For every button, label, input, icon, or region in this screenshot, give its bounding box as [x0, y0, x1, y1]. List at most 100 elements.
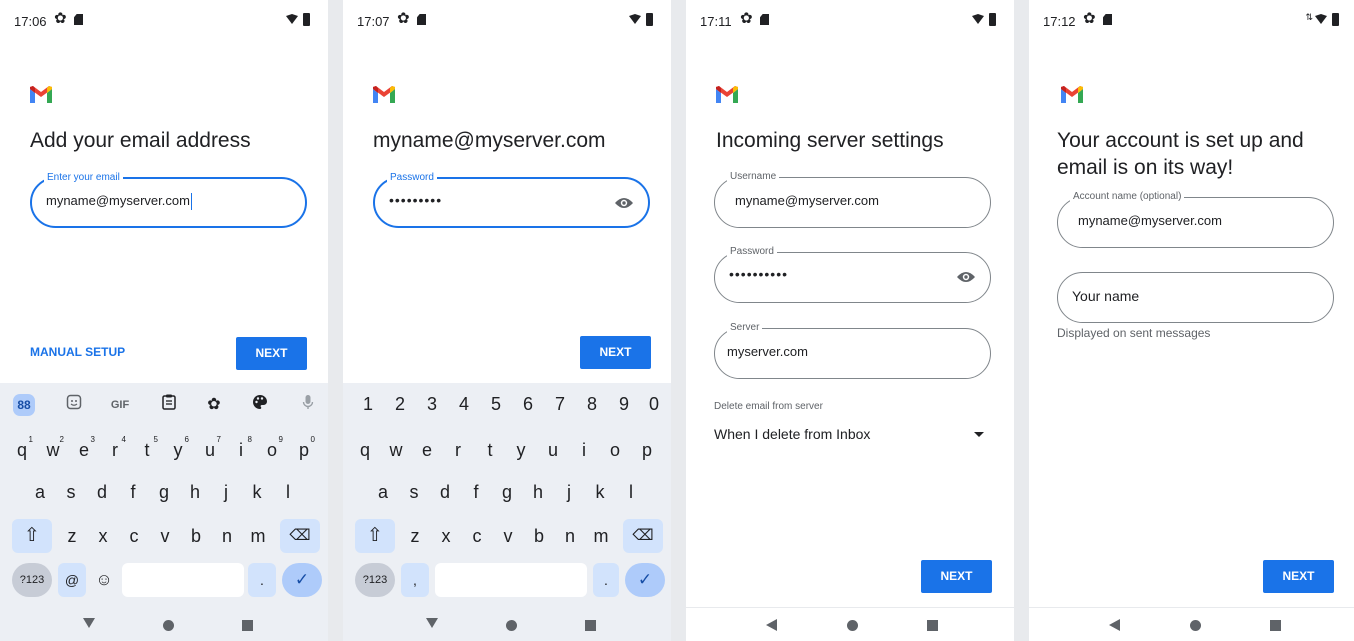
backspace-icon[interactable]: ⌫ — [623, 519, 663, 553]
nav-recents-icon[interactable] — [585, 620, 596, 631]
gif-button[interactable]: GIF — [109, 394, 131, 416]
apps-grid-icon[interactable]: 88 — [13, 394, 35, 416]
key-j[interactable]: j — [212, 475, 240, 509]
key-z[interactable]: z — [58, 519, 86, 553]
email-field-value[interactable]: myname@myserver.com — [46, 193, 192, 211]
key-p[interactable]: p — [633, 433, 661, 467]
key-t[interactable]: t — [476, 433, 504, 467]
password-field-value[interactable]: ••••••••• — [389, 192, 442, 208]
key-u[interactable]: u — [539, 433, 567, 467]
space-key[interactable] — [435, 563, 587, 597]
nav-down-icon[interactable] — [426, 618, 438, 628]
key-h[interactable]: h — [524, 475, 552, 509]
key-g[interactable]: g — [493, 475, 521, 509]
period-key[interactable]: . — [593, 563, 619, 597]
enter-check-icon[interactable]: ✓ — [625, 563, 665, 597]
key-r[interactable]: r — [444, 433, 472, 467]
key-i[interactable]: i — [570, 433, 598, 467]
key-0[interactable]: 0 — [641, 393, 667, 415]
key-y[interactable]: y — [507, 433, 535, 467]
key-4[interactable]: 4 — [451, 393, 477, 415]
key-9[interactable]: 9 — [611, 393, 637, 415]
key-x[interactable]: x — [89, 519, 117, 553]
key-v[interactable]: v — [151, 519, 179, 553]
key-q[interactable]: q1 — [8, 433, 36, 467]
gear-icon[interactable]: ✿ — [203, 394, 225, 416]
key-z[interactable]: z — [401, 519, 429, 553]
key-a[interactable]: a — [26, 475, 54, 509]
password-field[interactable]: Password ••••••••• — [373, 171, 650, 228]
next-button[interactable]: NEXT — [236, 337, 307, 370]
key-b[interactable]: b — [182, 519, 210, 553]
key-d[interactable]: d — [88, 475, 116, 509]
key-x[interactable]: x — [432, 519, 460, 553]
password-field-value[interactable]: •••••••••• — [729, 266, 788, 282]
key-i[interactable]: i8 — [227, 433, 255, 467]
nav-home-icon[interactable] — [847, 620, 858, 631]
key-f[interactable]: f — [119, 475, 147, 509]
symbols-key[interactable]: ?123 — [355, 563, 395, 597]
nav-recents-icon[interactable] — [927, 620, 938, 631]
account-name-field[interactable]: Account name (optional) myname@myserver.… — [1057, 190, 1334, 248]
nav-down-icon[interactable] — [83, 618, 95, 628]
your-name-field[interactable]: Your name — [1057, 272, 1334, 323]
email-field[interactable]: Enter your email myname@myserver.com — [30, 171, 307, 228]
nav-back-icon[interactable] — [1109, 619, 1120, 631]
account-name-value[interactable]: myname@myserver.com — [1078, 213, 1222, 228]
key-f[interactable]: f — [462, 475, 490, 509]
key-k[interactable]: k — [586, 475, 614, 509]
key-r[interactable]: r4 — [101, 433, 129, 467]
show-password-icon[interactable] — [956, 268, 976, 286]
key-u[interactable]: u7 — [196, 433, 224, 467]
sticker-icon[interactable] — [63, 394, 85, 416]
key-c[interactable]: c — [120, 519, 148, 553]
key-v[interactable]: v — [494, 519, 522, 553]
key-l[interactable]: l — [617, 475, 645, 509]
enter-check-icon[interactable]: ✓ — [282, 563, 322, 597]
key-w[interactable]: w2 — [39, 433, 67, 467]
shift-key-icon[interactable]: ⇧ — [355, 519, 395, 553]
key-a[interactable]: a — [369, 475, 397, 509]
key-e[interactable]: e3 — [70, 433, 98, 467]
symbols-key[interactable]: ?123 — [12, 563, 52, 597]
at-key[interactable]: @ — [58, 563, 86, 597]
mic-icon[interactable] — [297, 394, 319, 416]
key-j[interactable]: j — [555, 475, 583, 509]
key-m[interactable]: m — [244, 519, 272, 553]
key-o[interactable]: o9 — [258, 433, 286, 467]
key-7[interactable]: 7 — [547, 393, 573, 415]
key-s[interactable]: s — [400, 475, 428, 509]
nav-home-icon[interactable] — [506, 620, 517, 631]
delete-policy-dropdown[interactable]: When I delete from Inbox — [714, 426, 984, 446]
show-password-icon[interactable] — [614, 194, 634, 212]
key-k[interactable]: k — [243, 475, 271, 509]
clipboard-icon[interactable] — [158, 394, 180, 416]
key-b[interactable]: b — [525, 519, 553, 553]
server-field-value[interactable]: myserver.com — [727, 344, 808, 359]
next-button[interactable]: NEXT — [921, 560, 992, 593]
key-o[interactable]: o — [601, 433, 629, 467]
backspace-icon[interactable]: ⌫ — [280, 519, 320, 553]
key-s[interactable]: s — [57, 475, 85, 509]
comma-key[interactable]: , — [401, 563, 429, 597]
key-n[interactable]: n — [213, 519, 241, 553]
username-field[interactable]: Username myname@myserver.com — [714, 170, 991, 228]
key-c[interactable]: c — [463, 519, 491, 553]
next-button[interactable]: NEXT — [1263, 560, 1334, 593]
password-field[interactable]: Password •••••••••• — [714, 245, 991, 303]
key-p[interactable]: p0 — [290, 433, 318, 467]
key-t[interactable]: t5 — [133, 433, 161, 467]
key-h[interactable]: h — [181, 475, 209, 509]
key-l[interactable]: l — [274, 475, 302, 509]
period-key[interactable]: . — [248, 563, 276, 597]
shift-key-icon[interactable]: ⇧ — [12, 519, 52, 553]
nav-recents-icon[interactable] — [242, 620, 253, 631]
nav-home-icon[interactable] — [163, 620, 174, 631]
nav-recents-icon[interactable] — [1270, 620, 1281, 631]
key-2[interactable]: 2 — [387, 393, 413, 415]
key-q[interactable]: q — [351, 433, 379, 467]
emoji-icon[interactable]: ☺ — [90, 563, 118, 597]
key-e[interactable]: e — [413, 433, 441, 467]
username-field-value[interactable]: myname@myserver.com — [735, 193, 879, 208]
key-8[interactable]: 8 — [579, 393, 605, 415]
